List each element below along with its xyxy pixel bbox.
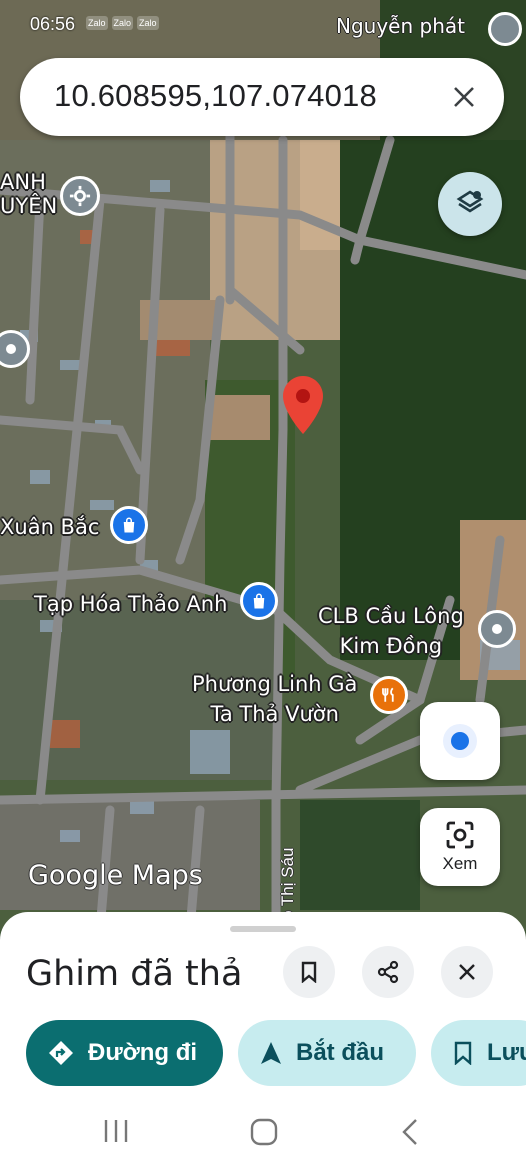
zalo-icon: Zalo [86,16,108,30]
close-icon [459,964,475,980]
map-label-clb: CLB Cầu Lông Kim Đồng [318,604,464,658]
pin-dot-icon [6,344,16,354]
bookmark-icon [301,961,317,983]
back-button[interactable] [400,1118,420,1146]
close-sheet-button[interactable] [441,946,493,998]
google-maps-logo: Google Maps [28,860,203,891]
home-icon [250,1118,278,1146]
gear-icon [69,185,91,207]
poi-clb[interactable] [478,610,516,648]
satellite-map [0,0,526,930]
fork-knife-icon [382,687,394,702]
poi-restaurant[interactable] [370,676,408,714]
search-bar[interactable]: 10.608595,107.074018 [20,58,504,136]
sheet-drag-handle[interactable] [230,926,296,932]
poi-gear-marker[interactable] [60,176,100,216]
status-time: 06:56 [30,14,76,34]
shopping-bag-icon [123,517,135,533]
map-label-tap-hoa: Tạp Hóa Thảo Anh [34,592,228,616]
layers-icon [456,190,484,213]
place-sheet[interactable]: Ghim đã thả Đường đi Bắt đầu Lưu [0,912,526,1102]
poi-tap-hoa[interactable] [240,582,278,620]
system-nav-bar [0,1102,526,1170]
start-label: Bắt đầu [296,1039,385,1066]
directions-icon [48,1040,74,1066]
start-button[interactable]: Bắt đầu [238,1020,416,1086]
status-bar: 06:56 Zalo Zalo Zalo Nguyễn phát [0,0,526,52]
zalo-icon: Zalo [137,16,159,30]
home-button[interactable] [250,1118,278,1146]
status-right-label: Nguyễn phát [336,14,465,38]
save-label: Lưu [487,1039,526,1066]
map-view[interactable]: ANH UYÊN Xuân Bắc Tạp Hóa Thảo Anh CLB C… [0,0,526,930]
navigation-arrow-icon [260,1041,282,1065]
save-place-button[interactable] [283,946,335,998]
lens-icon [446,821,474,849]
lens-button[interactable]: Xem [420,808,500,886]
my-location-icon [443,724,477,758]
lens-label: Xem [442,854,478,873]
share-button[interactable] [362,946,414,998]
directions-label: Đường đi [88,1039,198,1066]
directions-button[interactable]: Đường đi [26,1020,223,1086]
search-query[interactable]: 10.608595,107.074018 [54,78,377,114]
share-icon [377,960,399,984]
close-icon [454,87,474,107]
map-label-top-left: ANH UYÊN [0,170,58,218]
back-icon [402,1119,417,1145]
poi-top-right[interactable] [488,12,522,46]
my-location-button[interactable] [420,702,500,780]
shopping-bag-icon [253,593,265,609]
search-clear-button[interactable] [444,77,484,117]
zalo-icon: Zalo [111,16,134,30]
sheet-title: Ghim đã thả [26,954,243,994]
map-label-phuong-linh: Phương Linh Gà Ta Thả Vườn [192,672,358,726]
map-label-xuan-bac: Xuân Bắc [0,515,100,539]
street-label: ô Thị Sáu [278,847,297,920]
recent-apps-button[interactable] [102,1118,130,1144]
status-app-icons: Zalo Zalo Zalo [86,16,159,30]
layers-button[interactable] [438,172,502,236]
poi-xuan-bac[interactable] [110,506,148,544]
save-chip-button[interactable]: Lưu [431,1020,526,1086]
pin-dot-icon [492,624,502,634]
recents-icon [104,1120,128,1142]
bookmark-icon [453,1041,473,1065]
